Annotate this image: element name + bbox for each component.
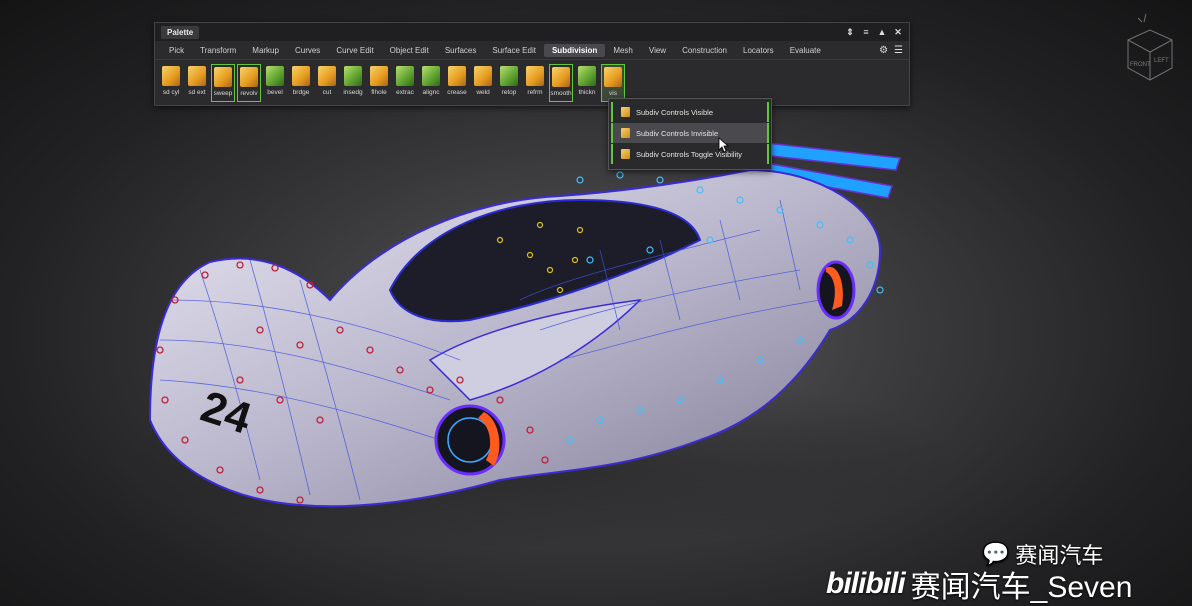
tool-label: extrac — [396, 89, 414, 96]
tab-transform[interactable]: Transform — [192, 44, 244, 57]
tab-evaluate[interactable]: Evaluate — [782, 44, 829, 57]
reform-icon — [526, 66, 544, 86]
tool-refrm[interactable]: refrm — [523, 64, 547, 102]
insert-edge-icon — [344, 66, 362, 86]
extract-icon — [396, 66, 414, 86]
tool-vis[interactable]: vis — [601, 64, 625, 102]
menu-item-2[interactable]: Subdiv Controls Invisible — [611, 123, 769, 143]
tool-label: vis — [609, 90, 617, 97]
tool-brdge[interactable]: brdge — [289, 64, 313, 102]
tab-pick[interactable]: Pick — [161, 44, 192, 57]
cube-face-left: LEFT — [1154, 58, 1169, 64]
retopo-icon — [500, 66, 518, 86]
tool-label: revolv — [240, 90, 258, 97]
menu-item-label: Subdiv Controls Invisible — [636, 128, 719, 138]
tool-thickn[interactable]: thickn — [575, 64, 599, 102]
tool-label: smooth — [550, 90, 572, 97]
revolve-icon — [240, 67, 258, 87]
menu-item-3[interactable]: Subdiv Controls Toggle Visibility — [611, 144, 769, 164]
sweep-icon — [214, 67, 232, 87]
visibility-icon — [604, 67, 622, 87]
tool-revolv[interactable]: revolv — [237, 64, 261, 102]
thicken-icon — [578, 66, 596, 86]
palette-titlebar[interactable]: Palette ⇕ ≡ ▲ ✕ — [155, 23, 909, 41]
collapse-icon[interactable]: ▲ — [877, 27, 887, 38]
cut-icon — [318, 66, 336, 86]
tab-view[interactable]: View — [641, 44, 674, 57]
tab-curves[interactable]: Curves — [287, 44, 328, 57]
tab-locators[interactable]: Locators — [735, 44, 782, 57]
tool-label: sd cyl — [162, 89, 180, 96]
tab-markup[interactable]: Markup — [244, 44, 287, 57]
close-icon[interactable]: ✕ — [893, 27, 903, 38]
tool-label: retop — [501, 89, 517, 96]
tab-surfaces[interactable]: Surfaces — [437, 44, 485, 57]
tool-flhole[interactable]: flhole — [367, 64, 391, 102]
tab-construction[interactable]: Construction — [674, 44, 735, 57]
subdiv-icon — [621, 149, 630, 159]
tab-mesh[interactable]: Mesh — [605, 44, 641, 57]
smooth-icon — [552, 67, 570, 87]
tool-alignc[interactable]: alignc — [419, 64, 443, 102]
tool-label: brdge — [292, 89, 310, 96]
tab-subdivision[interactable]: Subdivision — [543, 43, 606, 57]
tool-label: bevel — [267, 89, 283, 96]
subdiv-icon — [621, 128, 630, 138]
mouse-cursor-icon — [718, 137, 730, 153]
tab-object-edit[interactable]: Object Edit — [382, 44, 437, 57]
menu-icon[interactable]: ☰ — [894, 45, 903, 56]
palette-title: Palette — [161, 25, 200, 39]
bilibili-logo: bilibili — [826, 567, 906, 600]
subdiv-icon — [621, 107, 630, 117]
tool-retop[interactable]: retop — [497, 64, 521, 102]
tool-cut[interactable]: cut — [315, 64, 339, 102]
settings-icon[interactable]: ⚙ — [879, 45, 888, 56]
pin-icon[interactable]: ⇕ — [845, 27, 855, 38]
tool-smooth[interactable]: smooth — [549, 64, 573, 102]
weld-icon — [474, 66, 492, 86]
tool-label: insedg — [343, 89, 363, 96]
tool-label: refrm — [527, 89, 543, 96]
tool-label: sweep — [213, 90, 233, 97]
list-icon[interactable]: ≡ — [861, 27, 871, 38]
crease-icon — [448, 66, 466, 86]
tab-surface-edit[interactable]: Surface Edit — [484, 44, 544, 57]
palette-tabs: Pick Transform Markup Curves Curve Edit Objec… — [155, 41, 909, 60]
bevel-icon — [266, 66, 284, 86]
tool-bevel[interactable]: bevel — [263, 64, 287, 102]
menu-item-label: Subdiv Controls Visible — [636, 107, 713, 117]
tool-label: weld — [476, 89, 490, 96]
tool-label: crease — [447, 89, 467, 96]
tool-label: alignc — [422, 89, 440, 96]
bridge-icon — [292, 66, 310, 86]
cube-face-front: FRONT — [1130, 62, 1151, 68]
tool-shelf: sd cyl sd ext sweep revolv bevel brdge cut inse… — [155, 60, 909, 102]
tool-sweep[interactable]: sweep — [211, 64, 235, 102]
vis-dropdown-menu: Subdiv Controls Visible Subdiv Controls I… — [608, 98, 772, 170]
align-icon — [422, 66, 440, 86]
tool-extrac[interactable]: extrac — [393, 64, 417, 102]
extrude-icon — [188, 66, 206, 86]
tab-curve-edit[interactable]: Curve Edit — [328, 44, 381, 57]
tool-sd-ext[interactable]: sd ext — [185, 64, 209, 102]
tool-label: cut — [322, 89, 332, 96]
tool-label: sd ext — [188, 89, 206, 96]
fill-hole-icon — [370, 66, 388, 86]
tool-label: flhole — [371, 89, 387, 96]
watermark-account: bilibili 赛闻汽车_Seven — [826, 567, 1133, 604]
tool-insedg[interactable]: insedg — [341, 64, 365, 102]
tool-sd-cyl[interactable]: sd cyl — [159, 64, 183, 102]
menu-item-1[interactable]: Subdiv Controls Visible — [611, 102, 769, 122]
palette-window: Palette ⇕ ≡ ▲ ✕ Pick Transform Markup Curve… — [154, 22, 910, 106]
tool-weld[interactable]: weld — [471, 64, 495, 102]
tool-crease[interactable]: crease — [445, 64, 469, 102]
view-cube[interactable]: FRONT LEFT — [1088, 10, 1188, 110]
tool-label: thickn — [578, 89, 596, 96]
cylinder-icon — [162, 66, 180, 86]
